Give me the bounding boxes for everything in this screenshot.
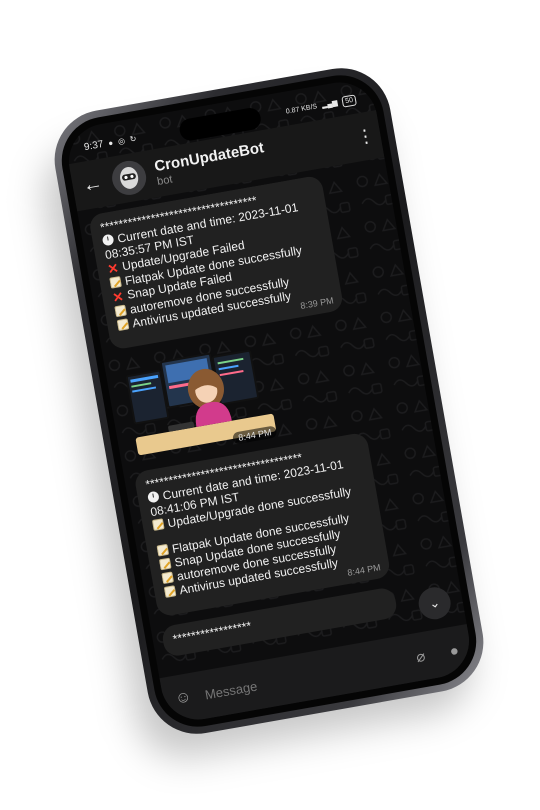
clock-icon [101,233,115,247]
memo-icon [161,571,175,585]
memo-icon [151,518,165,531]
memo-icon [163,585,177,598]
notification-icon: ● [107,137,114,148]
emoji-icon[interactable]: ☺ [162,686,205,711]
phone-bezel: 9:37 ● ◎ ↻ 0.87 KB/S ▂▄▆ 50 ← CronUpdate… [54,68,484,734]
sticker-message[interactable]: 8:44 PM [118,334,284,462]
paperclip-icon[interactable]: ⌀ [402,645,439,669]
bot-avatar[interactable] [109,158,149,198]
back-arrow-icon[interactable]: ← [71,170,114,200]
message-bubble[interactable]: ********************************** Curre… [133,431,392,618]
memo-icon [156,543,170,557]
phone-frame: 9:37 ● ◎ ↻ 0.87 KB/S ▂▄▆ 50 ← CronUpdate… [46,60,492,742]
status-time: 9:37 [83,138,105,153]
more-vert-icon[interactable]: ⋮ [349,123,382,149]
network-speed: 0.87 KB/S [285,102,318,116]
chevron-down-icon: ⌄ [427,594,442,612]
robot-icon [120,166,139,189]
battery-icon: 50 [341,93,357,108]
memo-icon [114,304,127,318]
message-list: ********************************** Curre… [78,163,467,678]
sync-icon: ↻ [128,133,138,144]
developer-at-monitors-sticker [125,349,276,456]
memo-icon [158,557,172,571]
microphone-icon[interactable]: ● [436,639,472,662]
clock-icon [147,490,160,504]
signal-icon: ▂▄▆ [321,99,339,110]
memo-icon [116,318,130,332]
memo-icon [109,275,122,289]
instagram-icon: ◎ [117,135,126,146]
